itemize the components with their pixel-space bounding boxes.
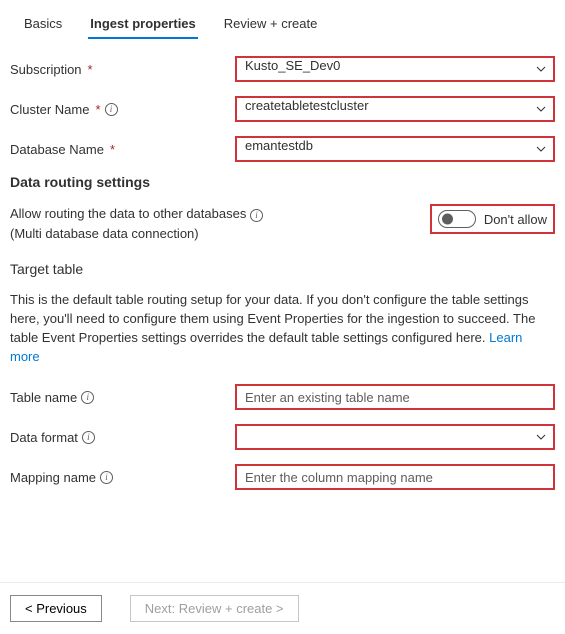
mapping-name-input[interactable] — [237, 466, 553, 488]
target-description: This is the default table routing setup … — [10, 291, 555, 366]
next-button[interactable]: Next: Review + create > — [130, 595, 299, 622]
subscription-label: Subscription* — [10, 62, 235, 77]
cluster-label: Cluster Name* i — [10, 102, 235, 117]
allow-routing-label: Allow routing the data to other database… — [10, 204, 263, 243]
table-name-input[interactable] — [237, 386, 553, 408]
previous-button[interactable]: < Previous — [10, 595, 102, 622]
info-icon[interactable]: i — [100, 471, 113, 484]
info-icon[interactable]: i — [105, 103, 118, 116]
tab-ingest[interactable]: Ingest properties — [76, 10, 209, 39]
data-format-label: Data format i — [10, 430, 235, 445]
tab-basics[interactable]: Basics — [10, 10, 76, 39]
toggle-status-text: Don't allow — [484, 212, 547, 227]
data-format-select[interactable] — [235, 424, 555, 450]
database-label: Database Name* — [10, 142, 235, 157]
info-icon[interactable]: i — [82, 431, 95, 444]
table-name-label: Table name i — [10, 390, 235, 405]
allow-routing-toggle[interactable] — [438, 210, 476, 228]
cluster-select[interactable]: createtabletestcluster — [235, 96, 555, 122]
routing-heading: Data routing settings — [10, 174, 555, 190]
database-select[interactable]: emantestdb — [235, 136, 555, 162]
info-icon[interactable]: i — [81, 391, 94, 404]
subscription-select[interactable]: Kusto_SE_Dev0 — [235, 56, 555, 82]
info-icon[interactable]: i — [250, 209, 263, 222]
mapping-name-label: Mapping name i — [10, 470, 235, 485]
footer: < Previous Next: Review + create > — [0, 582, 565, 634]
tabs: Basics Ingest properties Review + create — [0, 0, 565, 40]
target-table-heading: Target table — [10, 261, 555, 277]
tab-review[interactable]: Review + create — [210, 10, 332, 39]
form-body: Subscription* Kusto_SE_Dev0 Cluster Name… — [0, 40, 565, 512]
